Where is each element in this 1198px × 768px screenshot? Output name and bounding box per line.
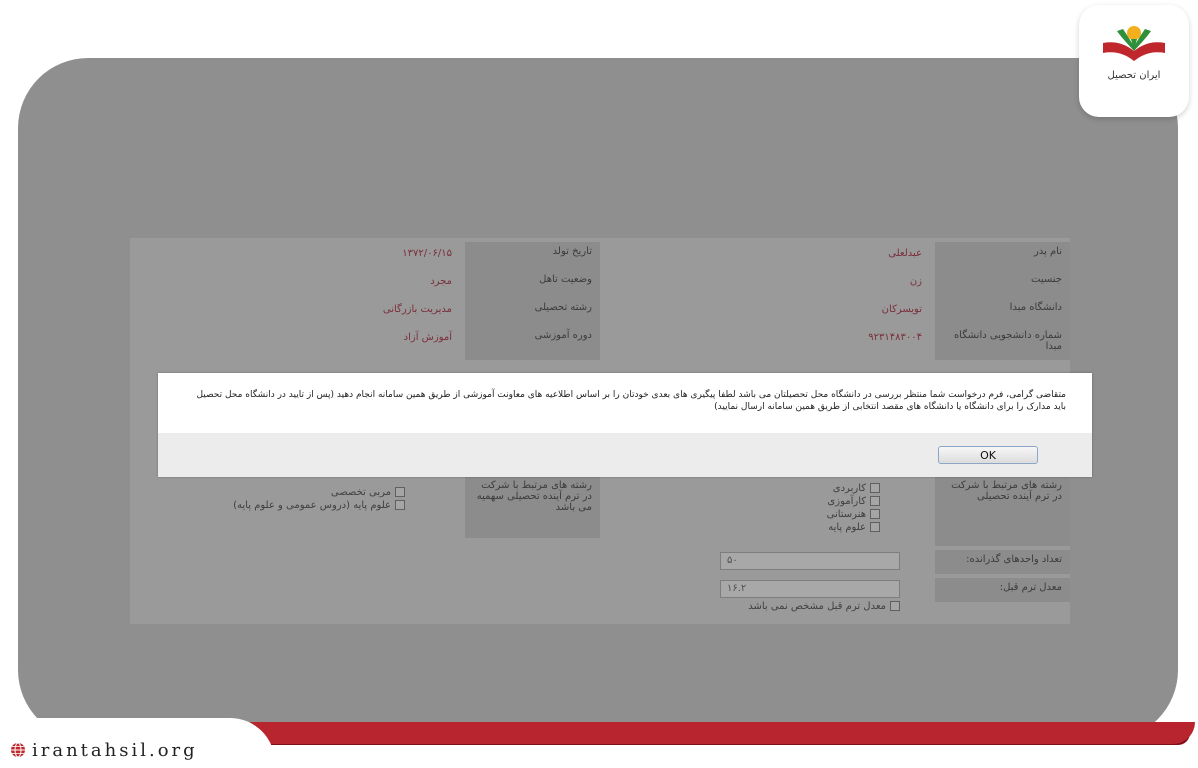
checkbox[interactable] [870, 509, 880, 519]
ok-button[interactable]: OK [938, 446, 1038, 464]
field-label: جنسیت [935, 270, 1070, 298]
site-badge: irantahsil.org [0, 718, 275, 768]
field-value: ۹۲۳۱۴۸۳۰۰۴ [868, 332, 922, 343]
field-value: عبدلعلی [888, 248, 922, 259]
units-label: تعداد واحدهای گذرانده: [935, 550, 1070, 574]
field-label: نام پدر [935, 242, 1070, 270]
field-value: مجرد [430, 276, 452, 287]
checkbox-option[interactable]: کارآموزی [790, 495, 880, 508]
bottom-accent [250, 722, 1195, 744]
checkbox[interactable] [870, 522, 880, 532]
checkbox[interactable] [870, 483, 880, 493]
field-label: دانشگاه مبدا [935, 298, 1070, 326]
logo-text: ایران تحصیل [1107, 70, 1161, 81]
radio[interactable] [395, 500, 405, 510]
checkbox-list: مربی تخصصی علوم پایه (دروس عمومی و علوم … [165, 486, 405, 512]
field-label: شماره دانشجویی دانشگاه مبدا [935, 326, 1070, 360]
field-label: وضعیت تاهل [465, 270, 600, 298]
book-icon [1103, 26, 1165, 61]
checkbox-list: کاربردی کارآموزی هنرستانی علوم پایه [790, 482, 880, 534]
field-value: زن [909, 276, 922, 287]
question-label: رشته های مرتبط با شرکت در ترم آینده تحصی… [465, 476, 600, 538]
form-row: جنسیت زن وضعیت تاهل مجرد [130, 270, 1070, 298]
checkbox[interactable] [890, 601, 900, 611]
message-dialog: متقاضی گرامی، فرم درخواست شما منتظر بررس… [158, 373, 1092, 477]
form-row: شماره دانشجویی دانشگاه مبدا ۹۲۳۱۴۸۳۰۰۴ د… [130, 326, 1070, 360]
question-label: رشته های مرتبط با شرکت در ترم آینده تحصی… [935, 476, 1070, 546]
checkbox-option[interactable]: هنرستانی [790, 508, 880, 521]
field-label: رشته تحصیلی [465, 298, 600, 326]
gpa-label: معدل ترم قبل: [935, 578, 1070, 602]
field-value: تویسرکان [881, 304, 922, 315]
units-input[interactable]: ۵۰ [720, 552, 900, 570]
radio[interactable] [395, 487, 405, 497]
field-label: تاریخ تولد [465, 242, 600, 270]
globe-icon [11, 742, 25, 758]
checkbox[interactable] [870, 496, 880, 506]
site-url: irantahsil.org [32, 740, 198, 761]
field-value: آموزش آزاد [403, 332, 452, 343]
field-value: ۱۳۷۲/۰۶/۱۵ [402, 248, 452, 259]
checkbox-option[interactable]: کاربردی [790, 482, 880, 495]
field-value: مدیریت بازرگانی [382, 304, 452, 315]
dialog-message: متقاضی گرامی، فرم درخواست شما منتظر بررس… [196, 390, 1066, 412]
brand-logo: ایران تحصیل [1079, 5, 1189, 117]
radio-option[interactable]: علوم پایه (دروس عمومی و علوم پایه) [165, 499, 405, 512]
checkbox-option[interactable]: علوم پایه [790, 521, 880, 534]
dialog-footer: OK [158, 433, 1092, 477]
gpa-input[interactable]: ۱۶.۲ [720, 580, 900, 598]
form-row: دانشگاه مبدا تویسرکان رشته تحصیلی مدیریت… [130, 298, 1070, 326]
radio-option[interactable]: مربی تخصصی [165, 486, 405, 499]
form-row: نام پدر عبدلعلی تاریخ تولد ۱۳۷۲/۰۶/۱۵ [130, 242, 1070, 270]
field-label: دوره آموزشی [465, 326, 600, 360]
gpa-unknown-option[interactable]: معدل ترم قبل مشخص نمی باشد [680, 600, 900, 613]
